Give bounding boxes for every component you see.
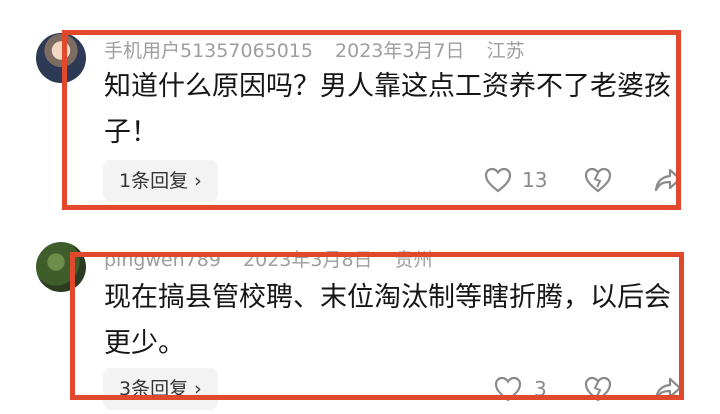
like-count: 3: [534, 377, 547, 401]
like-button[interactable]: 13: [484, 167, 547, 193]
comment-text: 知道什么原因吗？男人靠这点工资养不了老婆孩子！: [104, 71, 671, 148]
username[interactable]: pingwen789: [104, 249, 221, 271]
broken-heart-icon: [584, 167, 612, 193]
comment-date: 2023年3月7日: [335, 40, 465, 62]
heart-icon: [494, 376, 522, 402]
share-button[interactable]: [654, 377, 682, 401]
heart-icon: [484, 167, 512, 193]
like-button[interactable]: 3: [494, 376, 547, 402]
share-button[interactable]: [654, 168, 682, 192]
comment-item: 手机用户51357065015 2023年3月7日 江苏 知道什么原因吗？男人靠…: [0, 0, 720, 214]
comment-item: pingwen789 2023年3月8日 贵州 现在搞县管校聘、末位淘汰制等瞎折…: [0, 214, 720, 414]
reply-count-label: 1条回复: [119, 170, 189, 192]
broken-heart-icon: [584, 376, 612, 402]
comment-meta: pingwen789 2023年3月8日 贵州: [104, 245, 449, 272]
share-icon: [654, 377, 682, 401]
like-count: 13: [522, 168, 548, 192]
view-replies-button[interactable]: 1条回复 ›: [103, 160, 218, 202]
share-icon: [654, 168, 682, 192]
reply-count-label: 3条回复: [119, 378, 189, 400]
view-replies-button[interactable]: 3条回复 ›: [103, 368, 218, 410]
comment-text: 现在搞县管校聘、末位淘汰制等瞎折腾，以后会更少。: [104, 282, 671, 359]
user-avatar[interactable]: [36, 242, 86, 292]
chevron-right-icon: ›: [194, 170, 202, 192]
comment-location: 江苏: [486, 40, 525, 62]
dislike-button[interactable]: [584, 167, 612, 193]
user-avatar[interactable]: [36, 33, 86, 83]
comment-date: 2023年3月8日: [243, 249, 373, 271]
username[interactable]: 手机用户51357065015: [104, 40, 313, 62]
dislike-button[interactable]: [584, 376, 612, 402]
comment-meta: 手机用户51357065015 2023年3月7日 江苏: [104, 36, 541, 63]
comment-location: 贵州: [394, 249, 433, 271]
chevron-right-icon: ›: [194, 378, 202, 400]
